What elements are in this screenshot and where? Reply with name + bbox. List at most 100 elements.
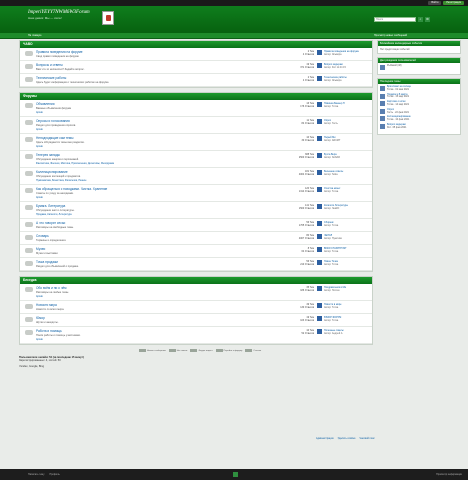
post-count: 2500 Ответов bbox=[298, 156, 314, 160]
recent-topic[interactable]: Вопрос модерам Kid · 05 фев 2021 bbox=[380, 123, 458, 130]
last-post: ВИКИ СТАРИНН МТ Автор: Тётка bbox=[317, 247, 373, 253]
subforums[interactable]: Фантастика, Фэнтези, Мистика, Приключени… bbox=[36, 162, 286, 165]
settings-icon[interactable]: ⚙ bbox=[425, 17, 430, 22]
scroll-top-icon[interactable] bbox=[233, 472, 238, 477]
subforums[interactable]: Нумизматика, Бонистика, Филателия, Разно… bbox=[36, 179, 286, 182]
home-link[interactable]: На главную bbox=[28, 34, 41, 37]
forum-status-icon bbox=[25, 235, 33, 240]
forum-status-icon bbox=[25, 205, 33, 210]
forum-description: Свод правил поведения на форуме bbox=[36, 55, 79, 58]
forum-stats: 141 Тем 1500 Ответов bbox=[278, 204, 314, 211]
avatar bbox=[380, 93, 385, 99]
avatar bbox=[380, 108, 385, 114]
forum-row: А что говорят сесьи Разговоры на свободн… bbox=[20, 219, 372, 232]
section-title[interactable]: Беседка bbox=[20, 277, 372, 284]
subforums[interactable]: Архив bbox=[36, 111, 286, 114]
forum-description: Раздел для проведения опросов. bbox=[36, 124, 77, 127]
last-post-author: Автор: Эльвира bbox=[324, 53, 342, 57]
last-post: ЧЕЛОЛ Автор: Пунктики bbox=[317, 234, 373, 240]
footer-link[interactable]: Администрация bbox=[316, 437, 334, 440]
site-subtitle: Наш девиз: Мы — сила! bbox=[28, 16, 62, 20]
avatar bbox=[380, 86, 385, 91]
recent-topic-user: Гость · 22 фев 2021 bbox=[387, 110, 409, 114]
bottom-bar: Написать тему Профиль Просмотр информации bbox=[0, 469, 468, 480]
search-input[interactable]: Поиск bbox=[374, 17, 416, 22]
legend-swatch bbox=[245, 349, 253, 352]
site-logo[interactable]: ImperiYEYY7NWM6W3Forum Наш девиз: Мы — с… bbox=[28, 10, 90, 20]
recent-topic-user: Тётка · 10 фев 2021 bbox=[387, 118, 410, 122]
forum-status-icon bbox=[25, 171, 33, 176]
search-icon[interactable]: ⌕ bbox=[418, 17, 423, 22]
legend-label: Форум закрыт bbox=[198, 350, 213, 353]
last-post-author: Автор: Kid: 11:44 15 bbox=[324, 66, 346, 70]
legend-label: Перейти к форуму bbox=[223, 350, 243, 353]
birthday-user[interactable]: Рыбакий (48) bbox=[387, 64, 402, 70]
last-post: Вопрос модерам Автор: Kid: 11:44 15 bbox=[317, 63, 373, 69]
section-title[interactable]: ЧАВО bbox=[20, 41, 372, 48]
last-post: Правила поведения на форуме Автор: Эльви… bbox=[317, 50, 373, 56]
last-post: Технические работы Автор: Эльвира bbox=[317, 76, 373, 82]
legend-item: Форум закрыт bbox=[190, 349, 213, 353]
recent-topic[interactable]: Коллекционирование Тётка · 10 фев 2021 bbox=[380, 116, 458, 122]
recent-topic[interactable]: Подарок к 8 марта Тётка · 15 мар 2021 bbox=[380, 93, 458, 100]
legend-item: Перейти к форуму bbox=[215, 349, 243, 353]
last-post-author: Автор: Гость bbox=[324, 122, 338, 126]
recent-topic[interactable]: Опрос Гость · 22 фев 2021 bbox=[380, 108, 458, 115]
legend-item: Ссылка bbox=[245, 349, 261, 352]
recent-topic-user: Тётка · 15 мар 2021 bbox=[387, 95, 410, 99]
avatar bbox=[317, 260, 322, 265]
avatar bbox=[317, 329, 322, 334]
recent-topics-box: Последние темы Бриллиант на солнце Тётка … bbox=[377, 78, 461, 135]
forum-row: Коллекционирование Обсуждение коллекций … bbox=[20, 168, 372, 185]
footer-link[interactable]: Часовой пояс bbox=[359, 437, 374, 440]
last-post: Новое Точка Автор: Тётка bbox=[317, 260, 373, 266]
avatar bbox=[317, 63, 322, 68]
bottom-link[interactable]: Написать тему bbox=[28, 473, 44, 476]
events-box: Ближайшие календарные события Нет предст… bbox=[377, 40, 461, 54]
events-text: Нет предстоящих событий bbox=[380, 48, 410, 51]
forum-status-icon bbox=[25, 64, 33, 69]
post-count: 176 Ответов bbox=[300, 105, 314, 109]
forum-status-icon bbox=[25, 51, 33, 56]
forum-stats: 388 Тем 2500 Ответов bbox=[278, 153, 314, 160]
subforums[interactable]: Архив bbox=[36, 295, 286, 298]
post-count: 1314 Ответов bbox=[298, 190, 314, 194]
forum-description: Обсуждение книг и литературы. bbox=[36, 209, 75, 212]
subforums[interactable]: Архив bbox=[36, 196, 286, 199]
avatar bbox=[317, 102, 322, 107]
new-messages-link[interactable]: Просмотр новых сообщений bbox=[374, 34, 407, 37]
bottom-right-link[interactable]: Просмотр информации bbox=[436, 473, 462, 476]
forum-status-icon bbox=[25, 287, 33, 292]
forum-description: Здесь будет информация о технических раб… bbox=[36, 81, 110, 84]
last-post-author: Автор: Тётка bbox=[324, 190, 339, 194]
subforums[interactable]: Продажа, Каталоги, Литература bbox=[36, 213, 286, 216]
subforums[interactable]: Архив bbox=[36, 338, 286, 341]
footer-link[interactable]: Удалить cookies bbox=[338, 437, 356, 440]
forum-description: Термины и определения. bbox=[36, 239, 67, 242]
post-count: 210 Ответов bbox=[300, 263, 314, 267]
avatar bbox=[317, 316, 322, 321]
forum-stats: 10 Тем 52 Ответов bbox=[278, 329, 314, 336]
subforums[interactable]: Архив bbox=[36, 128, 286, 131]
last-post-author: Автор: Тётка bbox=[324, 250, 339, 254]
online-line1: Зарегистрированных: 4, гостей: 50 bbox=[19, 359, 61, 363]
forum-row: Словарь Термины и определения. 80 Тем 40… bbox=[20, 232, 372, 245]
forum-description: Музеи и выставки. bbox=[36, 252, 59, 255]
recent-topic[interactable]: Карточки о котах Тётка · 14 мар 2021 bbox=[380, 100, 458, 107]
forum-description: Шутки и анекдоты. bbox=[36, 321, 59, 324]
forum-stats: 19 Тем 103 Ответов bbox=[278, 316, 314, 323]
subforums[interactable]: Архив bbox=[36, 145, 286, 148]
avatar bbox=[317, 286, 322, 291]
footer-links: Администрация Удалить cookies Часовой пояс bbox=[316, 437, 375, 440]
forum-description: Обсуждение коллекций и предметов. bbox=[36, 175, 81, 178]
register-button[interactable]: Регистрация bbox=[443, 1, 464, 5]
forum-status-icon bbox=[25, 261, 33, 266]
login-button[interactable]: Войти bbox=[428, 1, 442, 5]
recent-topic[interactable]: Бриллиант на солнце Тётка · 01 мая 2021 bbox=[380, 85, 458, 92]
last-post-author: Автор: Тётка bbox=[324, 105, 339, 109]
bottom-link[interactable]: Профиль bbox=[49, 473, 59, 476]
post-count: 30 Ответов bbox=[301, 139, 314, 143]
section-title[interactable]: Форумы bbox=[20, 93, 372, 100]
forum-stats: 11 Тем 84 Ответов bbox=[278, 119, 314, 126]
legend-item: Новые сообщения bbox=[139, 349, 166, 352]
